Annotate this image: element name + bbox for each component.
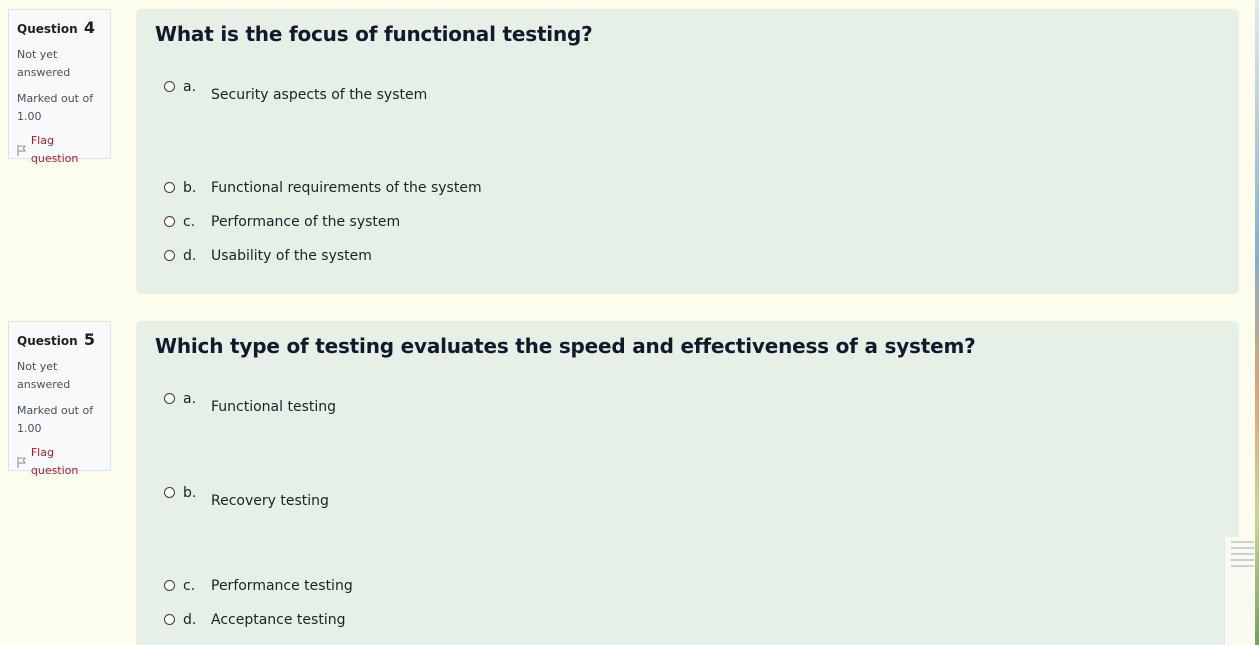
question-grade: Marked out of 1.00 [17,92,94,123]
radio-icon[interactable] [164,580,175,591]
flag-icon [17,456,26,468]
answer-option-c[interactable]: c. Performance of the system [164,214,400,230]
question-text: Which type of testing evaluates the spee… [155,334,976,358]
flag-question-link[interactable]: Flag question [17,132,104,168]
answer-option-a[interactable]: a. Security aspects of the system [164,79,427,103]
question-info-4: Question 4 Not yet answered Marked out o… [8,9,111,165]
radio-icon[interactable] [164,250,175,261]
answer-option-c[interactable]: c. Performance testing [164,578,353,594]
radio-icon[interactable] [164,216,175,227]
answer-option-d[interactable]: d. Usability of the system [164,248,372,264]
answer-option-a[interactable]: a. Functional testing [164,391,336,415]
question-content-4: What is the focus of functional testing?… [136,9,1239,294]
radio-icon[interactable] [164,81,175,92]
answer-option-b[interactable]: b. Recovery testing [164,485,329,509]
answer-option-d[interactable]: d. Acceptance testing [164,612,345,628]
background-edge-strip [1255,0,1259,645]
radio-icon[interactable] [164,614,175,625]
question-text: What is the focus of functional testing? [155,22,593,46]
question-state: Not yet answered [17,360,71,391]
question-state: Not yet answered [17,48,71,79]
question-number: Question 4 [17,18,95,37]
question-info-5: Question 5 Not yet answered Marked out o… [8,321,111,477]
radio-icon[interactable] [164,393,175,404]
question-content-5: Which type of testing evaluates the spee… [136,321,1239,645]
question-number: Question 5 [17,330,95,349]
flag-icon [17,144,26,156]
answer-option-b[interactable]: b. Functional requirements of the system [164,180,482,196]
question-grade: Marked out of 1.00 [17,404,94,435]
radio-icon[interactable] [164,182,175,193]
page-thumbnail [1224,537,1259,645]
flag-question-link[interactable]: Flag question [17,444,104,480]
radio-icon[interactable] [164,487,175,498]
